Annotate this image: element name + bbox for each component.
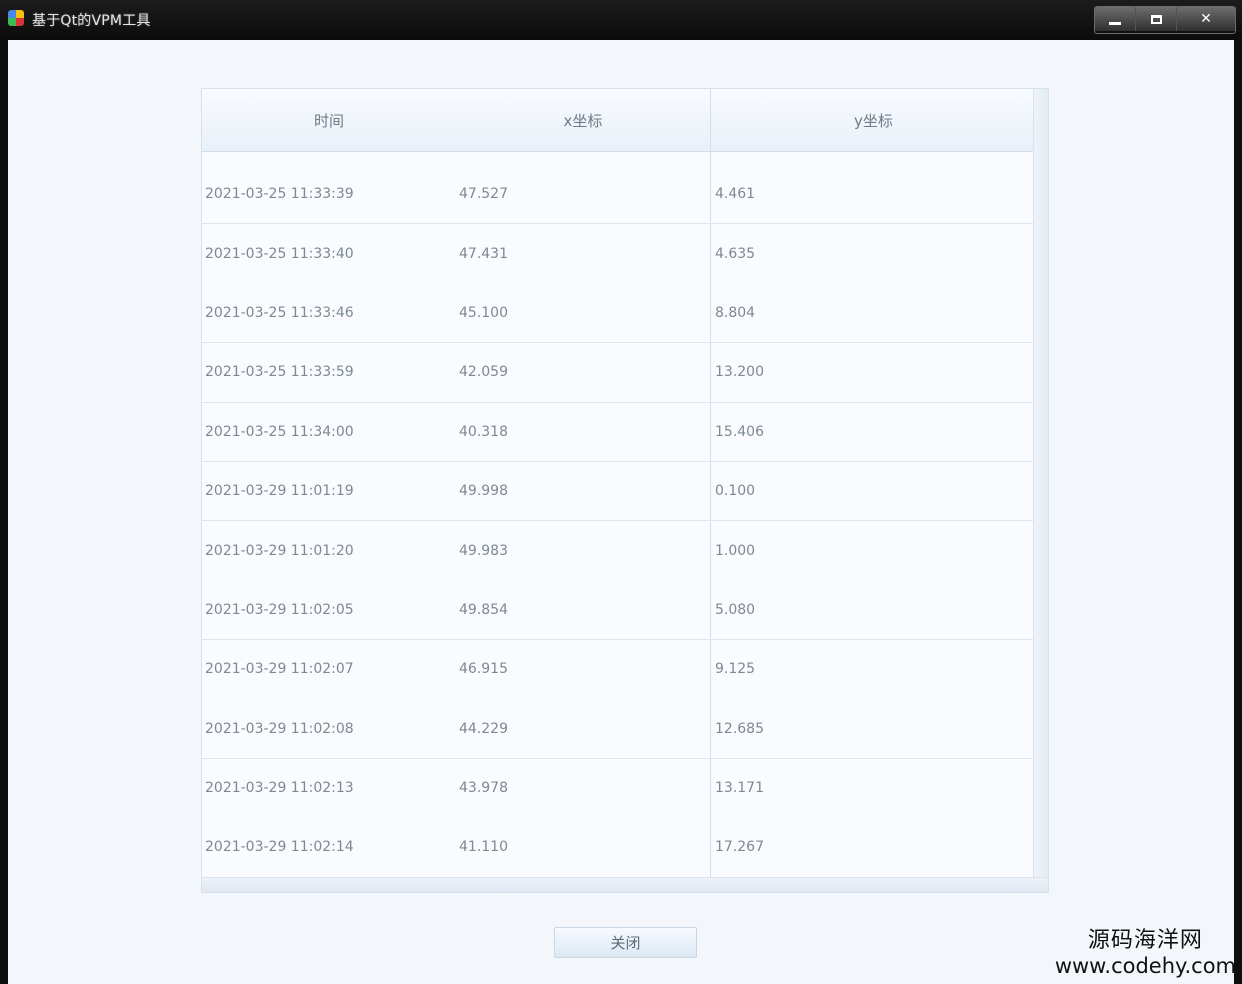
table-header: 时间 x坐标 y坐标	[202, 89, 1036, 152]
cell-y: 0.100	[715, 483, 756, 500]
table-row[interactable]: 2021-03-25 11:33:46 45.100 8.804	[202, 284, 1036, 344]
table-body: 2021-03-25 11:33:39 47.527 4.461 2021-03-25…	[202, 165, 1036, 878]
table-row[interactable]: 2021-03-29 11:02:08 44.229 12.685	[202, 700, 1036, 759]
table-row[interactable]: 2021-03-25 11:33:39 47.527 4.461	[202, 165, 1036, 225]
horizontal-scrollbar[interactable]	[202, 877, 1048, 892]
cell-time: 2021-03-29 11:02:13	[205, 780, 354, 797]
cell-x: 49.983	[459, 542, 508, 559]
cell-y: 1.000	[715, 542, 756, 559]
table-row[interactable]: 2021-03-25 11:33:59 42.059 13.200	[202, 343, 1036, 403]
table-row[interactable]: 2021-03-29 11:01:20 49.983 1.000	[202, 521, 1036, 580]
app-window: 基于Qt的VPM工具 ✕ 时间 x坐标 y坐标 2021-03-25 11:33…	[0, 0, 1242, 984]
watermark-url: www.codehy.com	[1054, 954, 1236, 978]
header-x[interactable]: x坐标	[456, 89, 711, 151]
cell-y: 4.461	[715, 186, 756, 203]
cell-time: 2021-03-29 11:02:14	[205, 839, 354, 856]
table-row[interactable]: 2021-03-29 11:02:13 43.978 13.171	[202, 759, 1036, 818]
cell-time: 2021-03-25 11:34:00	[205, 423, 354, 440]
table-row[interactable]: 2021-03-29 11:02:05 49.854 5.080	[202, 581, 1036, 641]
vertical-scrollbar[interactable]	[1033, 89, 1048, 879]
cell-time: 2021-03-25 11:33:46	[205, 304, 354, 321]
cell-y: 17.267	[715, 839, 764, 856]
cell-time: 2021-03-25 11:33:39	[205, 186, 354, 203]
maximize-button[interactable]	[1136, 7, 1177, 31]
cell-time: 2021-03-25 11:33:59	[205, 364, 354, 381]
data-table[interactable]: 时间 x坐标 y坐标 2021-03-25 11:33:39 47.527 4.46…	[201, 88, 1049, 893]
cell-time: 2021-03-25 11:33:40	[205, 245, 354, 262]
minimize-button[interactable]	[1095, 7, 1136, 31]
cell-x: 49.998	[459, 483, 508, 500]
cell-x: 42.059	[459, 364, 508, 381]
cell-y: 13.171	[715, 780, 764, 797]
cell-x: 41.110	[459, 839, 508, 856]
table-row[interactable]: 2021-03-25 11:34:00 40.318 15.406	[202, 403, 1036, 462]
cell-y: 8.804	[715, 304, 756, 321]
cell-y: 15.406	[715, 423, 764, 440]
minimize-icon	[1109, 21, 1121, 25]
app-logo-icon	[8, 10, 24, 26]
watermark-name: 源码海洋网	[1087, 928, 1203, 953]
close-window-button[interactable]: ✕	[1177, 7, 1235, 31]
client-area: 时间 x坐标 y坐标 2021-03-25 11:33:39 47.527 4.46…	[8, 40, 1234, 984]
cell-x: 43.978	[459, 780, 508, 797]
cell-x: 46.915	[459, 661, 508, 678]
table-row[interactable]: 2021-03-29 11:02:14 41.110 17.267	[202, 818, 1036, 877]
header-time[interactable]: 时间	[202, 89, 456, 151]
table-row[interactable]: 2021-03-29 11:01:19 49.998 0.100	[202, 462, 1036, 522]
maximize-icon	[1150, 14, 1162, 24]
cell-time: 2021-03-29 11:01:19	[205, 483, 354, 500]
cell-y: 12.685	[715, 720, 764, 737]
watermark: 源码海洋网 www.codehy.com	[1055, 928, 1236, 978]
close-button[interactable]: 关闭	[554, 927, 697, 958]
cell-time: 2021-03-29 11:02:05	[205, 601, 354, 618]
cell-x: 49.854	[459, 601, 508, 618]
cell-x: 44.229	[459, 720, 508, 737]
cell-x: 40.318	[459, 423, 508, 440]
cell-x: 47.431	[459, 245, 508, 262]
title-bar[interactable]: 基于Qt的VPM工具 ✕	[0, 0, 1242, 40]
cell-x: 45.100	[459, 304, 508, 321]
window-controls: ✕	[1094, 6, 1236, 34]
cell-y: 9.125	[715, 661, 756, 678]
cell-y: 4.635	[715, 245, 756, 262]
window-title: 基于Qt的VPM工具	[32, 13, 151, 29]
cell-x: 47.527	[459, 186, 508, 203]
cell-time: 2021-03-29 11:02:07	[205, 661, 354, 678]
cell-time: 2021-03-29 11:01:20	[205, 542, 354, 559]
table-row[interactable]: 2021-03-25 11:33:40 47.431 4.635	[202, 224, 1036, 283]
table-row[interactable]: 2021-03-29 11:02:07 46.915 9.125	[202, 640, 1036, 699]
cell-y: 5.080	[715, 601, 756, 618]
header-y[interactable]: y坐标	[711, 89, 1036, 151]
close-icon: ✕	[1200, 11, 1212, 27]
cell-y: 13.200	[715, 364, 764, 381]
cell-time: 2021-03-29 11:02:08	[205, 720, 354, 737]
